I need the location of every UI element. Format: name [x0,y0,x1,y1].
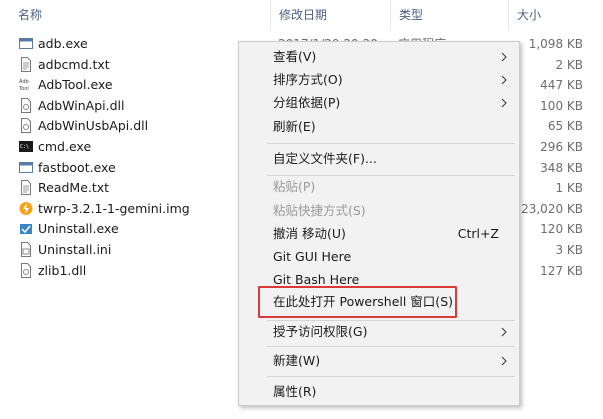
menu-item-paste-shortcut[interactable]: 粘贴快捷方式(S) [239,200,519,222]
file-size: 127 KB [540,263,583,278]
file-name: cmd.exe [38,138,92,154]
text-file-icon [21,180,31,196]
context-menu: 查看(V) 排序方式(O) 分组依据(P) 刷新(E) 自定义文件夹(F)...… [238,41,520,406]
file-size: 1,098 KB [528,37,583,51]
menu-item-label: 授予访问权限(G) [273,324,368,339]
menu-item-label: 排序方式(O) [273,72,343,87]
menu-item-give-access[interactable]: 授予访问权限(G) [239,321,519,343]
file-size: 2 KB [555,57,583,72]
file-size: 100 KB [540,98,583,113]
file-name: AdbWinUsbApi.dll [38,118,149,134]
console-icon: C:\ [19,140,33,152]
chevron-right-icon [501,52,507,62]
ini-file-icon [21,241,31,257]
menu-separator [267,143,515,144]
menu-item-label: 新建(W) [273,353,321,368]
file-name: ReadMe.txt [38,180,110,196]
menu-item-label: Git GUI Here [273,249,352,264]
column-type[interactable]: 类型 [390,0,508,30]
file-name: adbcmd.txt [38,56,110,72]
menu-item-git-gui[interactable]: Git GUI Here [239,246,519,268]
highlight-annotation-box [258,286,457,318]
file-name: AdbWinApi.dll [38,97,125,113]
file-name: Uninstall.exe [38,221,119,237]
chevron-right-icon [501,98,507,108]
menu-separator [267,346,515,347]
file-name: adb.exe [38,36,88,51]
menu-separator [267,376,515,377]
file-size: 23,020 KB [521,201,583,216]
menu-item-label: 属性(R) [273,384,317,399]
menu-item-sort[interactable]: 排序方式(O) [239,69,519,91]
chevron-right-icon [501,356,507,366]
menu-item-group[interactable]: 分组依据(P) [239,92,519,114]
column-size[interactable]: 大小 [508,0,603,30]
dll-file-icon [21,97,31,113]
menu-item-label: 自定义文件夹(F)... [273,151,377,166]
keyboard-shortcut: Ctrl+Z [457,226,499,241]
file-name: zlib1.dll [38,262,87,278]
menu-item-label: 刷新(E) [273,119,316,134]
column-date-modified[interactable]: 修改日期 [270,0,390,30]
file-size: 120 KB [540,222,583,237]
svg-text:Adb: Adb [19,79,29,85]
svg-text:C:\: C:\ [20,144,29,150]
exe-window-icon [19,38,33,49]
menu-item-new[interactable]: 新建(W) [239,350,519,372]
menu-item-refresh[interactable]: 刷新(E) [239,116,519,138]
exe-window-icon [19,161,33,173]
chevron-right-icon [501,327,507,337]
file-size: 447 KB [540,78,583,93]
installer-icon [20,224,32,235]
file-size: 348 KB [540,160,583,175]
lightning-icon [19,201,33,215]
file-size: 1 KB [555,181,583,196]
menu-item-paste[interactable]: 粘贴(P) [239,176,519,198]
file-size: 65 KB [547,119,583,134]
file-size: 296 KB [540,139,583,154]
column-header: ^ 名称 修改日期 类型 大小 [0,0,603,30]
menu-item-label: 分组依据(P) [273,95,341,110]
file-name: AdbTool.exe [38,77,113,93]
menu-item-undo-move[interactable]: 撤消 移动(U) Ctrl+Z [239,223,519,245]
column-name[interactable]: 名称 [0,0,270,30]
menu-item-view[interactable]: 查看(V) [239,46,519,68]
file-size: 3 KB [555,242,583,257]
file-name: Uninstall.ini [38,241,112,257]
chevron-right-icon [501,75,507,85]
menu-item-label: 粘贴快捷方式(S) [273,203,366,218]
dll-file-icon [21,262,31,278]
menu-item-customize-folder[interactable]: 自定义文件夹(F)... [239,148,519,170]
svg-text:Tool: Tool [19,86,29,92]
text-file-icon [21,56,31,72]
menu-item-label: 撤消 移动(U) [273,226,346,241]
menu-item-label: 查看(V) [273,49,317,64]
adbtool-app-icon: AdbTool [19,79,29,92]
dll-file-icon [21,118,31,134]
menu-item-properties[interactable]: 属性(R) [239,381,519,403]
file-name: fastboot.exe [38,159,116,175]
menu-item-label: 粘贴(P) [273,179,316,194]
file-name: twrp-3.2.1-1-gemini.img [38,200,190,216]
